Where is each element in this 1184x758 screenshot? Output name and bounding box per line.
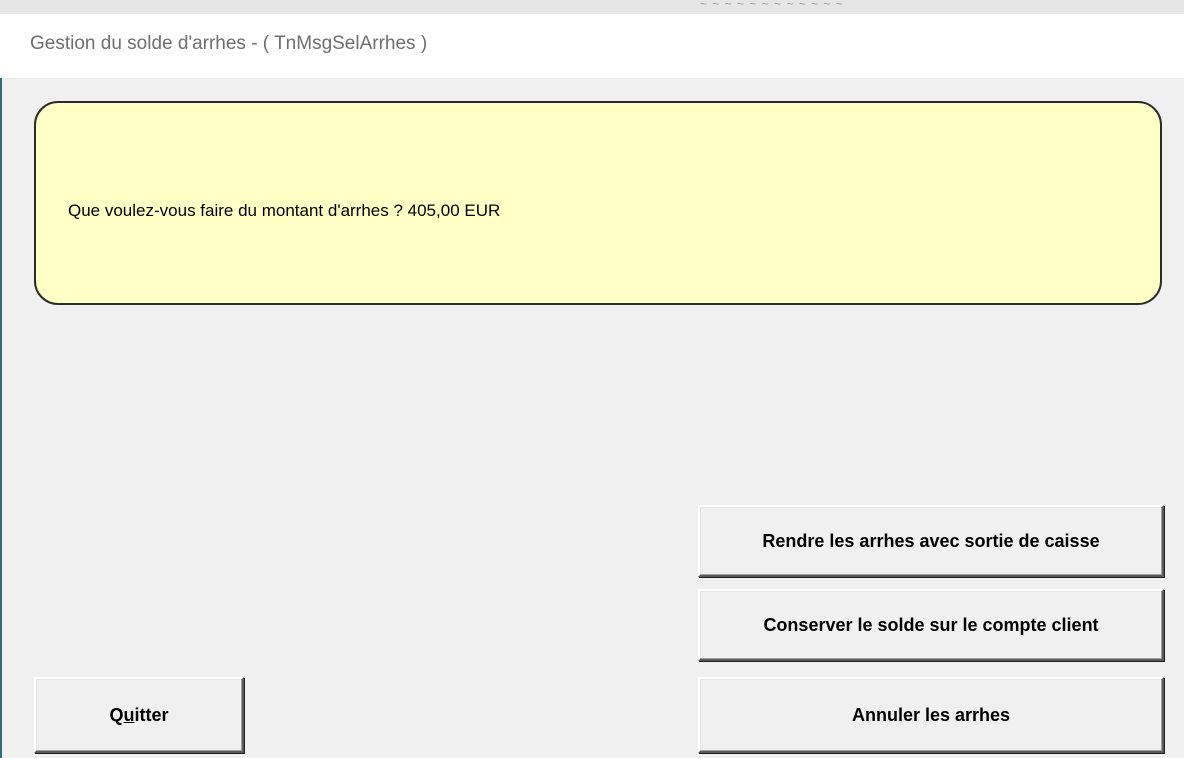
title-bar[interactable]: Gestion du solde d'arrhes - ( TnMsgSelAr… bbox=[0, 14, 1184, 79]
message-panel: Que voulez-vous faire du montant d'arrhe… bbox=[34, 101, 1162, 305]
window-title: Gestion du solde d'arrhes - ( TnMsgSelAr… bbox=[30, 33, 428, 54]
quit-button-label: Quitter bbox=[109, 704, 168, 726]
keep-balance-button[interactable]: Conserver le solde sur le compte client bbox=[698, 589, 1164, 661]
quit-label-mnemonic: u bbox=[123, 705, 135, 725]
window-left-edge bbox=[0, 78, 2, 758]
cancel-deposit-button-label: Annuler les arrhes bbox=[851, 705, 1011, 725]
return-deposit-button-label: Rendre les arrhes avec sortie de caisse bbox=[762, 531, 1100, 551]
background-window-text: ~ ~ ~ ~ ~ ~ ~ ~ ~ ~ ~ ~ bbox=[700, 0, 844, 11]
return-deposit-button[interactable]: Rendre les arrhes avec sortie de caisse bbox=[698, 505, 1164, 577]
background-window-strip: ~ ~ ~ ~ ~ ~ ~ ~ ~ ~ ~ ~ bbox=[0, 0, 1184, 15]
message-text: Que voulez-vous faire du montant d'arrhe… bbox=[68, 201, 501, 220]
quit-button[interactable]: Quitter bbox=[34, 677, 244, 753]
quit-label-prefix: Q bbox=[109, 705, 124, 725]
dialog-window: ~ ~ ~ ~ ~ ~ ~ ~ ~ ~ ~ ~ Gestion du solde… bbox=[0, 0, 1184, 758]
quit-label-suffix: itter bbox=[134, 705, 169, 725]
cancel-deposit-button[interactable]: Annuler les arrhes bbox=[698, 677, 1164, 753]
keep-balance-button-label: Conserver le solde sur le compte client bbox=[763, 615, 1099, 635]
